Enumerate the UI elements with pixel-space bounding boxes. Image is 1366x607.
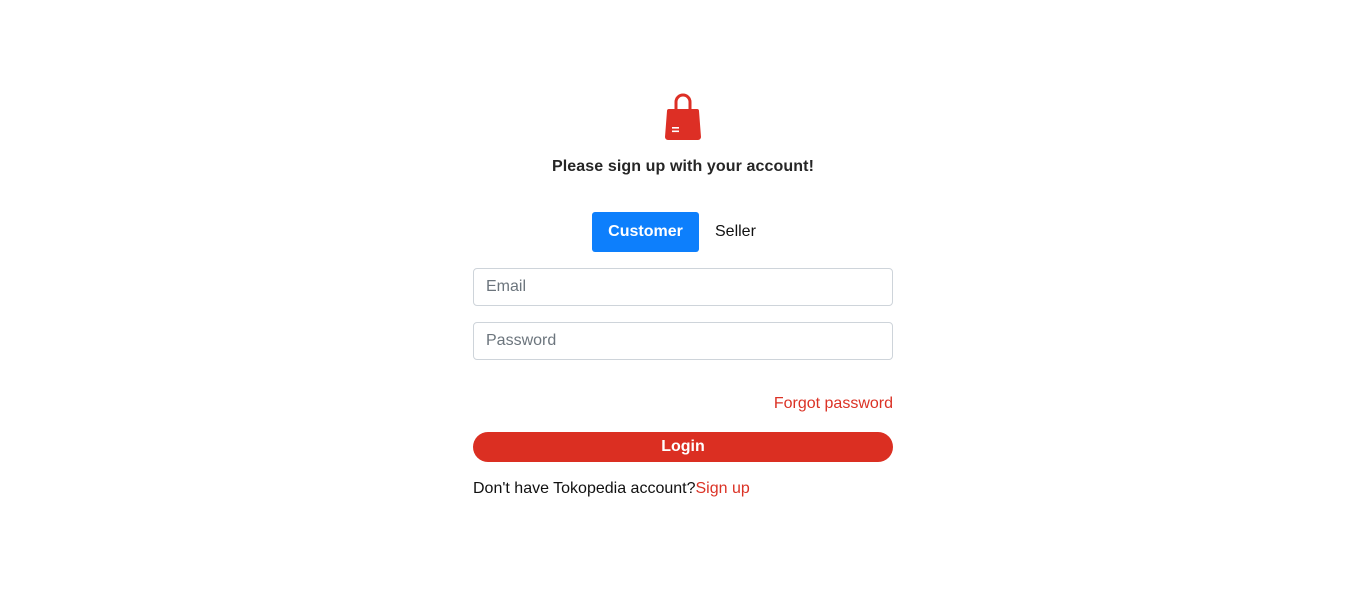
tab-seller[interactable]: Seller [699, 212, 756, 252]
login-page: Please sign up with your account! Custom… [0, 0, 1366, 607]
signup-link[interactable]: Sign up [695, 480, 749, 497]
signup-prompt-text: Don't have Tokopedia account? [473, 480, 696, 497]
page-subtitle: Please sign up with your account! [551, 158, 814, 175]
account-type-tabs: Customer Seller [592, 212, 756, 252]
forgot-password-link[interactable]: Forgot password [774, 395, 893, 413]
signup-prompt: Don't have Tokopedia account?Sign up [473, 480, 750, 498]
password-field[interactable] [473, 322, 893, 360]
tab-customer[interactable]: Customer [592, 212, 699, 252]
login-button[interactable]: Login [473, 432, 893, 462]
shopping-bag-icon [665, 93, 701, 140]
email-field[interactable] [473, 268, 893, 306]
